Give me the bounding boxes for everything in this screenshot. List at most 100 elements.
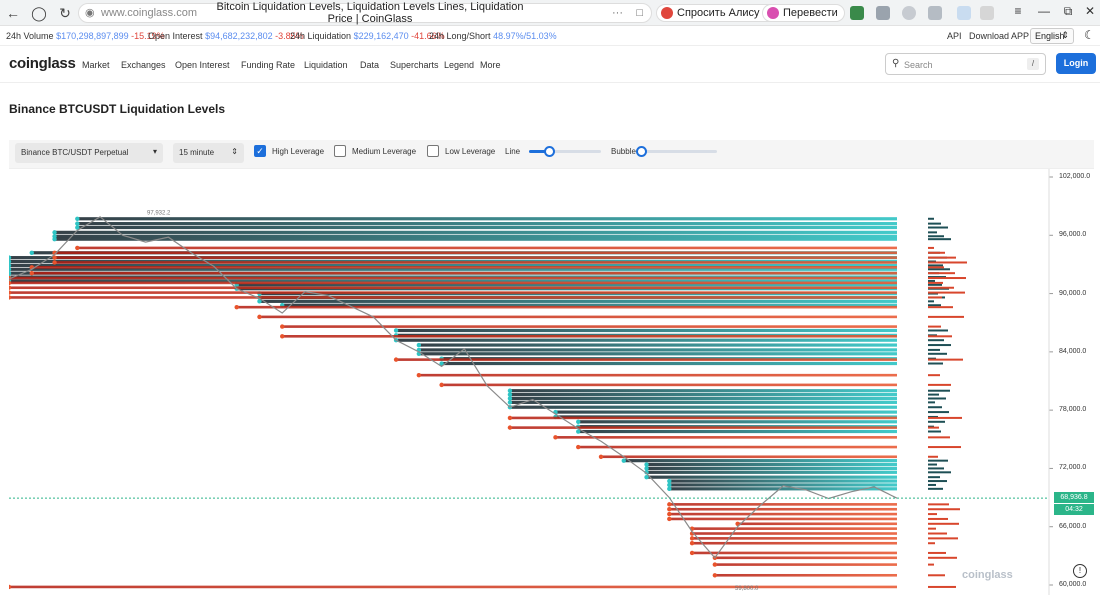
nav-legend[interactable]: Legend — [444, 60, 474, 70]
search-placeholder: Search — [904, 60, 933, 70]
long-liquidation-level — [9, 291, 897, 294]
download-app-link[interactable]: Download APP — [969, 31, 1029, 41]
menu-icon[interactable]: ≡ — [1008, 4, 1028, 22]
long-liquidation-bar — [928, 383, 951, 386]
long-liquidation-bar — [928, 537, 958, 540]
help-icon[interactable]: ! — [1073, 564, 1087, 578]
y-tick-label: 72,000.0 — [1059, 464, 1087, 472]
page-tab-title: Bitcoin Liquidation Levels, Liquidation … — [216, 1, 524, 25]
long-liquidation-point — [52, 260, 57, 265]
short-liquidation-level — [509, 405, 897, 409]
short-liquidation-bar — [928, 352, 947, 355]
api-link[interactable]: API — [947, 31, 962, 41]
more-icon[interactable]: ··· — [612, 7, 623, 19]
nav-supercharts[interactable]: Supercharts — [390, 60, 439, 70]
long-liquidation-point — [280, 324, 285, 329]
puzzle-icon[interactable] — [928, 6, 942, 20]
mail-icon[interactable] — [876, 6, 890, 20]
high-leverage-checkbox[interactable]: ✓ — [254, 145, 266, 157]
logo[interactable]: coinglass — [9, 55, 76, 72]
short-liquidation-bar — [928, 231, 937, 234]
alisa-icon — [661, 7, 673, 19]
long-liquidation-level — [31, 266, 898, 269]
long-liquidation-bar — [928, 426, 939, 429]
short-liquidation-bar — [928, 238, 951, 241]
line-slider-thumb[interactable] — [544, 146, 556, 157]
extension-icon[interactable] — [902, 6, 916, 20]
long-liquidation-point — [598, 454, 604, 459]
extension-icon[interactable] — [850, 6, 864, 20]
medium-leverage-checkbox[interactable] — [334, 145, 346, 157]
nav-exchanges[interactable]: Exchanges — [121, 60, 166, 70]
liquidation-chart[interactable]: 97,932.2 59,800.0 102,000.0 96,000.0 90,000… — [9, 168, 1094, 595]
short-liquidation-point — [75, 216, 80, 221]
short-liquidation-level — [77, 217, 898, 221]
back-icon[interactable]: ← — [0, 0, 26, 26]
short-liquidation-point — [507, 396, 513, 401]
nav-data[interactable]: Data — [360, 60, 379, 70]
long-liquidation-point — [9, 290, 12, 295]
nav-liquidation[interactable]: Liquidation — [304, 60, 348, 70]
short-liquidation-bar — [928, 411, 949, 414]
login-button[interactable]: Login — [1056, 53, 1096, 74]
long-liquidation-level — [555, 436, 897, 439]
long-liquidation-bar — [928, 585, 956, 588]
translate-button[interactable]: Перевести — [762, 4, 845, 22]
short-liquidation-bar — [928, 420, 945, 423]
nav-more[interactable]: More — [480, 60, 501, 70]
low-leverage-checkbox[interactable] — [427, 145, 439, 157]
pair-select[interactable]: Binance BTC/USDT Perpetual ▾ — [15, 143, 163, 163]
nav-open-interest[interactable]: Open Interest — [175, 60, 230, 70]
main-navigation: coinglass Market Exchanges Open Interest… — [0, 46, 1100, 83]
long-liquidation-level — [692, 541, 897, 545]
long-liquidation-point — [667, 502, 672, 507]
nav-funding-rate[interactable]: Funding Rate — [241, 60, 295, 70]
bubble-slider-thumb[interactable] — [636, 146, 647, 157]
profile-icon[interactable] — [957, 6, 971, 20]
short-liquidation-level — [54, 230, 898, 234]
close-icon[interactable]: ✕ — [1080, 4, 1100, 22]
long-liquidation-level — [77, 246, 898, 250]
short-liquidation-bar — [928, 463, 937, 466]
short-liquidation-bar — [928, 217, 934, 220]
long-liquidation-bar — [928, 513, 937, 516]
short-liquidation-bar — [928, 471, 951, 474]
long-liquidation-level — [692, 551, 897, 555]
profile-icon[interactable] — [980, 6, 994, 20]
nav-market[interactable]: Market — [82, 60, 110, 70]
long-liquidation-point — [29, 270, 34, 276]
search-input[interactable]: ⚲ Search / — [885, 53, 1046, 75]
reload-icon[interactable]: ↻ — [52, 0, 78, 26]
line-slider[interactable] — [529, 146, 601, 157]
long-liquidation-level — [9, 281, 897, 285]
ticker-long-short: 24h Long/Short 48.97%/51.03% — [429, 31, 557, 41]
short-liquidation-bar — [928, 397, 946, 400]
bubble-slider[interactable] — [636, 146, 717, 157]
short-liquidation-bar — [928, 222, 941, 225]
yandex-icon[interactable]: ◯ — [26, 0, 52, 26]
long-liquidation-bar — [928, 272, 955, 275]
bookmark-icon[interactable]: □ — [636, 7, 643, 19]
short-liquidation-level — [646, 466, 897, 471]
short-liquidation-level — [396, 328, 897, 333]
watermark-logo: coinglass — [962, 569, 1013, 581]
long-liquidation-level — [578, 445, 897, 449]
address-bar[interactable]: ◉ www.coinglass.com Bitcoin Liquidation … — [78, 1, 652, 25]
current-price-badge: 68,936.8 — [1054, 492, 1094, 504]
restore-icon[interactable]: ⧉ — [1058, 4, 1078, 22]
countdown-badge: 04:32 — [1054, 504, 1094, 516]
short-liquidation-point — [416, 342, 422, 348]
dark-mode-icon[interactable]: ☾ — [1084, 28, 1095, 42]
long-liquidation-bar — [928, 527, 936, 530]
long-liquidation-bar — [928, 542, 935, 545]
long-liquidation-level — [714, 556, 897, 560]
language-select[interactable]: English ⇕ — [1030, 28, 1074, 44]
long-liquidation-point — [9, 295, 12, 300]
market-ticker-bar: 24h Volume $170,298,897,899 -15.19% Open… — [0, 26, 1100, 46]
long-liquidation-level — [737, 522, 897, 526]
long-liquidation-bar — [928, 251, 945, 254]
alisa-label: Спросить Алису AI — [677, 7, 773, 19]
interval-select[interactable]: 15 minute ⇕ — [173, 143, 244, 163]
short-liquidation-bar — [928, 476, 940, 479]
minimize-icon[interactable]: — — [1034, 4, 1054, 22]
